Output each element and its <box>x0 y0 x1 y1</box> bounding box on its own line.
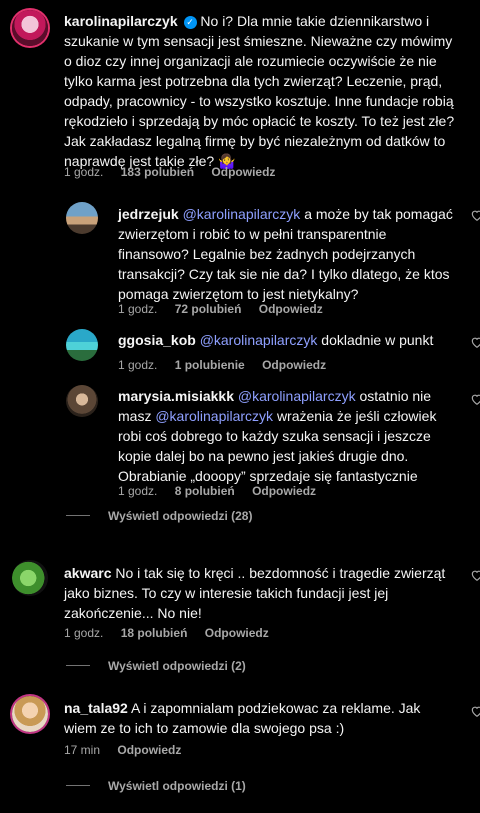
heart-outline-icon[interactable] <box>470 335 480 349</box>
heart-outline-icon[interactable] <box>470 392 480 406</box>
verified-badge-icon: ✓ <box>183 16 197 29</box>
heart-outline-icon[interactable] <box>470 704 480 718</box>
comment-text: No i? Dla mnie takie dziennikarstwo i sz… <box>64 13 455 169</box>
view-replies-button[interactable]: Wyświetl odpowiedzi (28) <box>108 509 252 523</box>
comment-body: akwarc No i tak się to kręci .. bezdomno… <box>64 563 456 623</box>
comment-body: marysia.misiakkk @karolinapilarczyk osta… <box>118 386 460 486</box>
avatar[interactable] <box>12 696 48 732</box>
comment-mention[interactable]: @karolinapilarczyk <box>200 332 318 348</box>
likes-count[interactable]: 1 polubienie <box>175 358 245 372</box>
view-replies-button[interactable]: Wyświetl odpowiedzi (2) <box>108 659 246 673</box>
reply-button[interactable]: Odpowiedz <box>117 743 181 757</box>
view-replies-divider <box>66 515 90 516</box>
comment-mention[interactable]: @karolinapilarczyk <box>238 388 356 404</box>
likes-count[interactable]: 8 polubień <box>175 484 235 498</box>
comment-body: jedrzejuk @karolinapilarczyk a może by t… <box>118 204 460 304</box>
comment-time: 1 godz. <box>64 165 104 179</box>
comment-username[interactable]: jedrzejuk <box>118 206 179 222</box>
comment-body: ggosia_kob @karolinapilarczyk dokladnie … <box>118 330 460 350</box>
comment-mention-2[interactable]: @karolinapilarczyk <box>155 408 273 424</box>
comment-time: 1 godz. <box>118 358 158 372</box>
comment-meta: 17 min Odpowiedz <box>64 743 195 757</box>
likes-count[interactable]: 18 polubień <box>121 626 188 640</box>
reply-button[interactable]: Odpowiedz <box>211 165 275 179</box>
comment-username[interactable]: ggosia_kob <box>118 332 196 348</box>
view-replies-button[interactable]: Wyświetl odpowiedzi (1) <box>108 779 246 793</box>
comment-meta: 1 godz. 183 polubień Odpowiedz <box>64 165 289 179</box>
comment-meta: 1 godz. 18 polubień Odpowiedz <box>64 626 283 640</box>
reply-button[interactable]: Odpowiedz <box>205 626 269 640</box>
comment-text: No i tak się to kręci .. bezdomność i tr… <box>64 565 446 621</box>
avatar[interactable] <box>12 560 48 596</box>
heart-outline-icon[interactable] <box>470 568 480 582</box>
reply-button[interactable]: Odpowiedz <box>252 484 316 498</box>
view-replies-divider <box>66 785 90 786</box>
avatar[interactable] <box>66 385 98 417</box>
likes-count[interactable]: 183 polubień <box>121 165 194 179</box>
comment-body: na_tala92 A i zapomnialam podziekowac za… <box>64 698 456 738</box>
avatar[interactable] <box>66 329 98 361</box>
comment-time: 1 godz. <box>118 302 158 316</box>
avatar[interactable] <box>66 202 98 234</box>
comment-body: karolinapilarczyk ✓ No i? Dla mnie takie… <box>64 11 456 171</box>
avatar[interactable] <box>12 10 48 46</box>
comment-meta: 1 godz. 8 polubień Odpowiedz <box>118 484 330 498</box>
comment-text: dokladnie w punkt <box>321 332 434 348</box>
comment-username[interactable]: karolinapilarczyk <box>64 13 178 29</box>
comment-time: 1 godz. <box>64 626 104 640</box>
comment-username[interactable]: na_tala92 <box>64 700 128 716</box>
comment-username[interactable]: akwarc <box>64 565 111 581</box>
reply-button[interactable]: Odpowiedz <box>259 302 323 316</box>
comment-mention[interactable]: @karolinapilarczyk <box>183 206 301 222</box>
comment-time: 1 godz. <box>118 484 158 498</box>
comment-meta: 1 godz. 1 polubienie Odpowiedz <box>118 358 340 372</box>
comment-meta: 1 godz. 72 polubień Odpowiedz <box>118 302 337 316</box>
view-replies-divider <box>66 665 90 666</box>
reply-button[interactable]: Odpowiedz <box>262 358 326 372</box>
likes-count[interactable]: 72 polubień <box>175 302 242 316</box>
heart-outline-icon[interactable] <box>470 208 480 222</box>
comment-username[interactable]: marysia.misiakkk <box>118 388 234 404</box>
comment-time: 17 min <box>64 743 101 757</box>
